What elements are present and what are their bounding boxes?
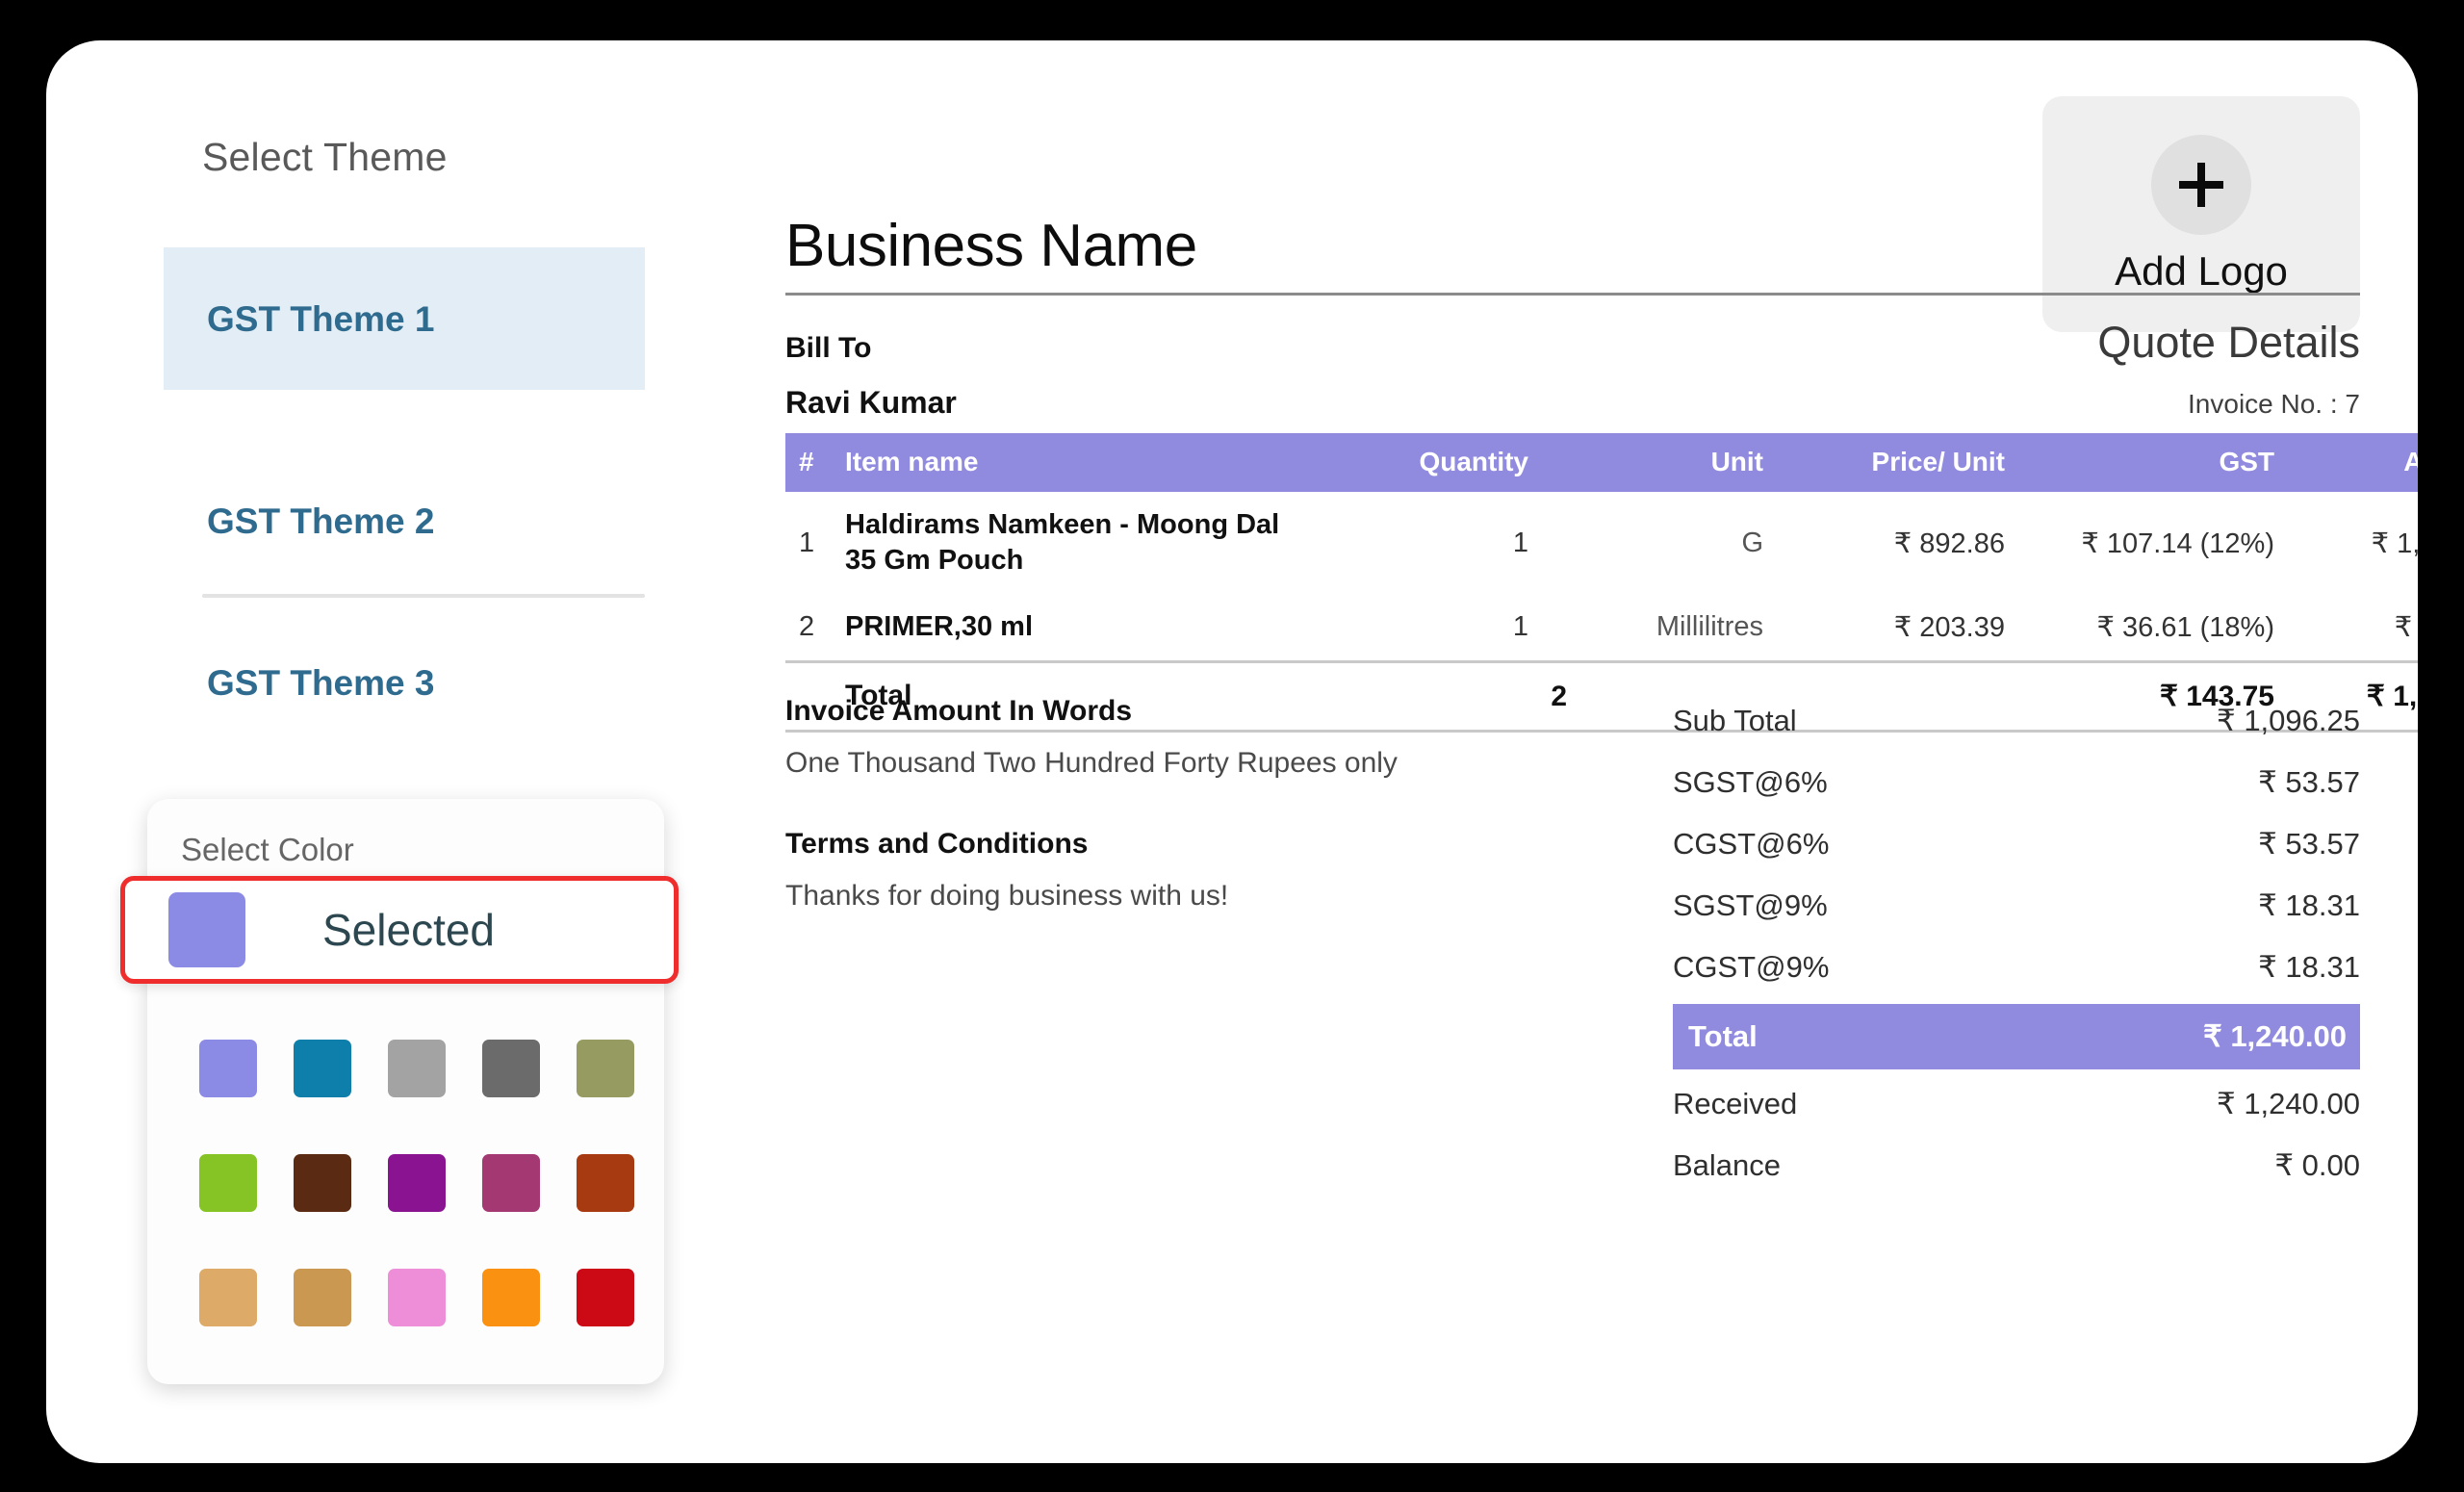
cell-index: 2 bbox=[799, 611, 815, 643]
col-item-name: Item name bbox=[845, 433, 1346, 492]
amount-in-words-value: One Thousand Two Hundred Forty Rupees on… bbox=[785, 747, 1398, 779]
color-swatch-12[interactable] bbox=[388, 1269, 446, 1326]
totals-label: Received bbox=[1673, 1087, 1798, 1120]
col-amount: Amount bbox=[2274, 433, 2418, 492]
sidebar-divider bbox=[202, 594, 645, 598]
items-table: # Item name Quantity Unit Price/ Unit GS… bbox=[785, 433, 2418, 733]
sidebar-item-gst-theme-1[interactable]: GST Theme 1 bbox=[164, 247, 645, 390]
select-color-title: Select Color bbox=[181, 832, 354, 867]
color-swatch-6[interactable] bbox=[294, 1154, 351, 1212]
sidebar-item-gst-theme-2[interactable]: GST Theme 2 bbox=[164, 476, 645, 568]
color-picker-panel: Select Color Selected bbox=[120, 799, 679, 1384]
color-swatch-8[interactable] bbox=[482, 1154, 540, 1212]
color-swatch-9[interactable] bbox=[577, 1154, 634, 1212]
invoice-notes: Invoice Amount In Words One Thousand Two… bbox=[785, 695, 1459, 961]
selected-color-row[interactable]: Selected bbox=[120, 876, 679, 984]
totals-row: CGST@6% ₹ 53.57 bbox=[1673, 813, 2360, 875]
cell-unit: Millilitres bbox=[1656, 611, 1763, 643]
totals-value: ₹ 1,240.00 bbox=[2202, 1019, 2347, 1053]
bill-to-customer-name: Ravi Kumar bbox=[785, 385, 957, 420]
table-header-row: # Item name Quantity Unit Price/ Unit GS… bbox=[785, 433, 2418, 492]
col-price: Price/ Unit bbox=[1779, 433, 2005, 492]
theme-item-label: GST Theme 1 bbox=[207, 298, 435, 339]
cell-unit: G bbox=[1741, 527, 1763, 558]
col-index: # bbox=[785, 433, 845, 492]
col-unit: Unit bbox=[1567, 433, 1779, 492]
color-swatch-3[interactable] bbox=[482, 1040, 540, 1097]
terms-title: Terms and Conditions bbox=[785, 828, 1089, 860]
cell-amount: ₹ 240.00 bbox=[2394, 612, 2418, 644]
totals-label: SGST@9% bbox=[1673, 888, 1828, 922]
cell-index: 1 bbox=[799, 527, 815, 558]
totals-value: ₹ 18.31 bbox=[2258, 888, 2360, 922]
screenshot-stage: Select Theme GST Theme 1 GST Theme 2 GST… bbox=[0, 0, 2464, 1492]
business-name[interactable]: Business Name bbox=[785, 212, 1197, 280]
col-quantity: Quantity bbox=[1346, 433, 1567, 492]
totals-value: ₹ 53.57 bbox=[2258, 765, 2360, 799]
cell-name: PRIMER,30 ml bbox=[845, 611, 1033, 643]
color-swatch-0[interactable] bbox=[199, 1040, 257, 1097]
totals-label: Total bbox=[1688, 1019, 1758, 1053]
totals-label: CGST@6% bbox=[1673, 827, 1830, 861]
color-swatch-13[interactable] bbox=[482, 1269, 540, 1326]
table-row: 2 PRIMER,30 ml 1 Millilitres ₹ 203.39 ₹ … bbox=[785, 594, 2418, 662]
sidebar-title: Select Theme bbox=[202, 135, 448, 179]
terms-value: Thanks for doing business with us! bbox=[785, 880, 1229, 912]
plus-icon bbox=[2151, 134, 2251, 235]
color-swatch-5[interactable] bbox=[199, 1154, 257, 1212]
theme-sidebar: Select Theme GST Theme 1 GST Theme 2 GST… bbox=[46, 40, 720, 1463]
col-gst: GST bbox=[2005, 433, 2274, 492]
color-swatch-10[interactable] bbox=[199, 1269, 257, 1326]
cell-name: Haldirams Namkeen - Moong Dal 35 Gm Pouc… bbox=[845, 509, 1280, 577]
quote-details-title: Quote Details bbox=[2097, 318, 2360, 367]
totals-value: ₹ 53.57 bbox=[2258, 827, 2360, 861]
totals-value: ₹ 18.31 bbox=[2258, 950, 2360, 984]
cell-quantity: 1 bbox=[1512, 611, 1528, 643]
totals-summary: Sub Total ₹ 1,096.25 SGST@6% ₹ 53.57 CGST@6%… bbox=[1673, 690, 2360, 1196]
totals-row: SGST@9% ₹ 18.31 bbox=[1673, 875, 2360, 937]
totals-label: Sub Total bbox=[1673, 704, 1797, 737]
app-card: Select Theme GST Theme 1 GST Theme 2 GST… bbox=[46, 40, 2418, 1463]
totals-value: ₹ 1,240.00 bbox=[2216, 1087, 2360, 1120]
color-swatch-11[interactable] bbox=[294, 1269, 351, 1326]
totals-label: Balance bbox=[1673, 1148, 1782, 1182]
totals-row: SGST@6% ₹ 53.57 bbox=[1673, 752, 2360, 813]
totals-row: Sub Total ₹ 1,096.25 bbox=[1673, 690, 2360, 752]
totals-label: SGST@6% bbox=[1673, 765, 1828, 799]
totals-value: ₹ 1,096.25 bbox=[2216, 704, 2360, 737]
theme-item-label: GST Theme 3 bbox=[207, 663, 435, 703]
amount-in-words-title: Invoice Amount In Words bbox=[785, 695, 1133, 727]
cell-price: ₹ 892.86 bbox=[1893, 527, 2005, 559]
theme-item-label: GST Theme 2 bbox=[207, 502, 435, 541]
totals-value: ₹ 0.00 bbox=[2274, 1148, 2360, 1182]
cell-gst: ₹ 107.14 (12%) bbox=[2081, 527, 2274, 559]
color-swatch-grid bbox=[199, 1040, 634, 1326]
color-swatch-1[interactable] bbox=[294, 1040, 351, 1097]
bill-to-title: Bill To bbox=[785, 332, 872, 364]
sidebar-item-gst-theme-3[interactable]: GST Theme 3 bbox=[164, 637, 645, 730]
invoice-preview: Business Name Add Logo Bill To Quote Det… bbox=[720, 40, 2418, 1463]
color-swatch-7[interactable] bbox=[388, 1154, 446, 1212]
cell-quantity: 1 bbox=[1512, 527, 1528, 558]
invoice-number: Invoice No. : 7 bbox=[2188, 389, 2360, 419]
cell-price: ₹ 203.39 bbox=[1893, 612, 2005, 644]
totals-row: Balance ₹ 0.00 bbox=[1673, 1135, 2360, 1196]
color-swatch-4[interactable] bbox=[577, 1040, 634, 1097]
totals-row: CGST@9% ₹ 18.31 bbox=[1673, 937, 2360, 998]
cell-amount: ₹ 1,000.00 bbox=[2371, 527, 2418, 559]
totals-row: Received ₹ 1,240.00 bbox=[1673, 1073, 2360, 1135]
totals-label: CGST@9% bbox=[1673, 950, 1830, 984]
add-logo-label: Add Logo bbox=[2115, 247, 2288, 294]
selected-color-swatch bbox=[168, 892, 245, 967]
color-swatch-2[interactable] bbox=[388, 1040, 446, 1097]
color-swatch-14[interactable] bbox=[577, 1269, 634, 1326]
cell-gst: ₹ 36.61 (18%) bbox=[2096, 612, 2275, 644]
totals-grand-row: Total ₹ 1,240.00 bbox=[1673, 1004, 2360, 1069]
selected-color-label: Selected bbox=[322, 905, 496, 955]
header-divider bbox=[785, 293, 2360, 296]
add-logo-button[interactable]: Add Logo bbox=[2042, 96, 2360, 332]
items-table-header: # Item name Quantity Unit Price/ Unit GS… bbox=[785, 433, 2418, 492]
table-row: 1 Haldirams Namkeen - Moong Dal 35 Gm Po… bbox=[785, 492, 2418, 594]
